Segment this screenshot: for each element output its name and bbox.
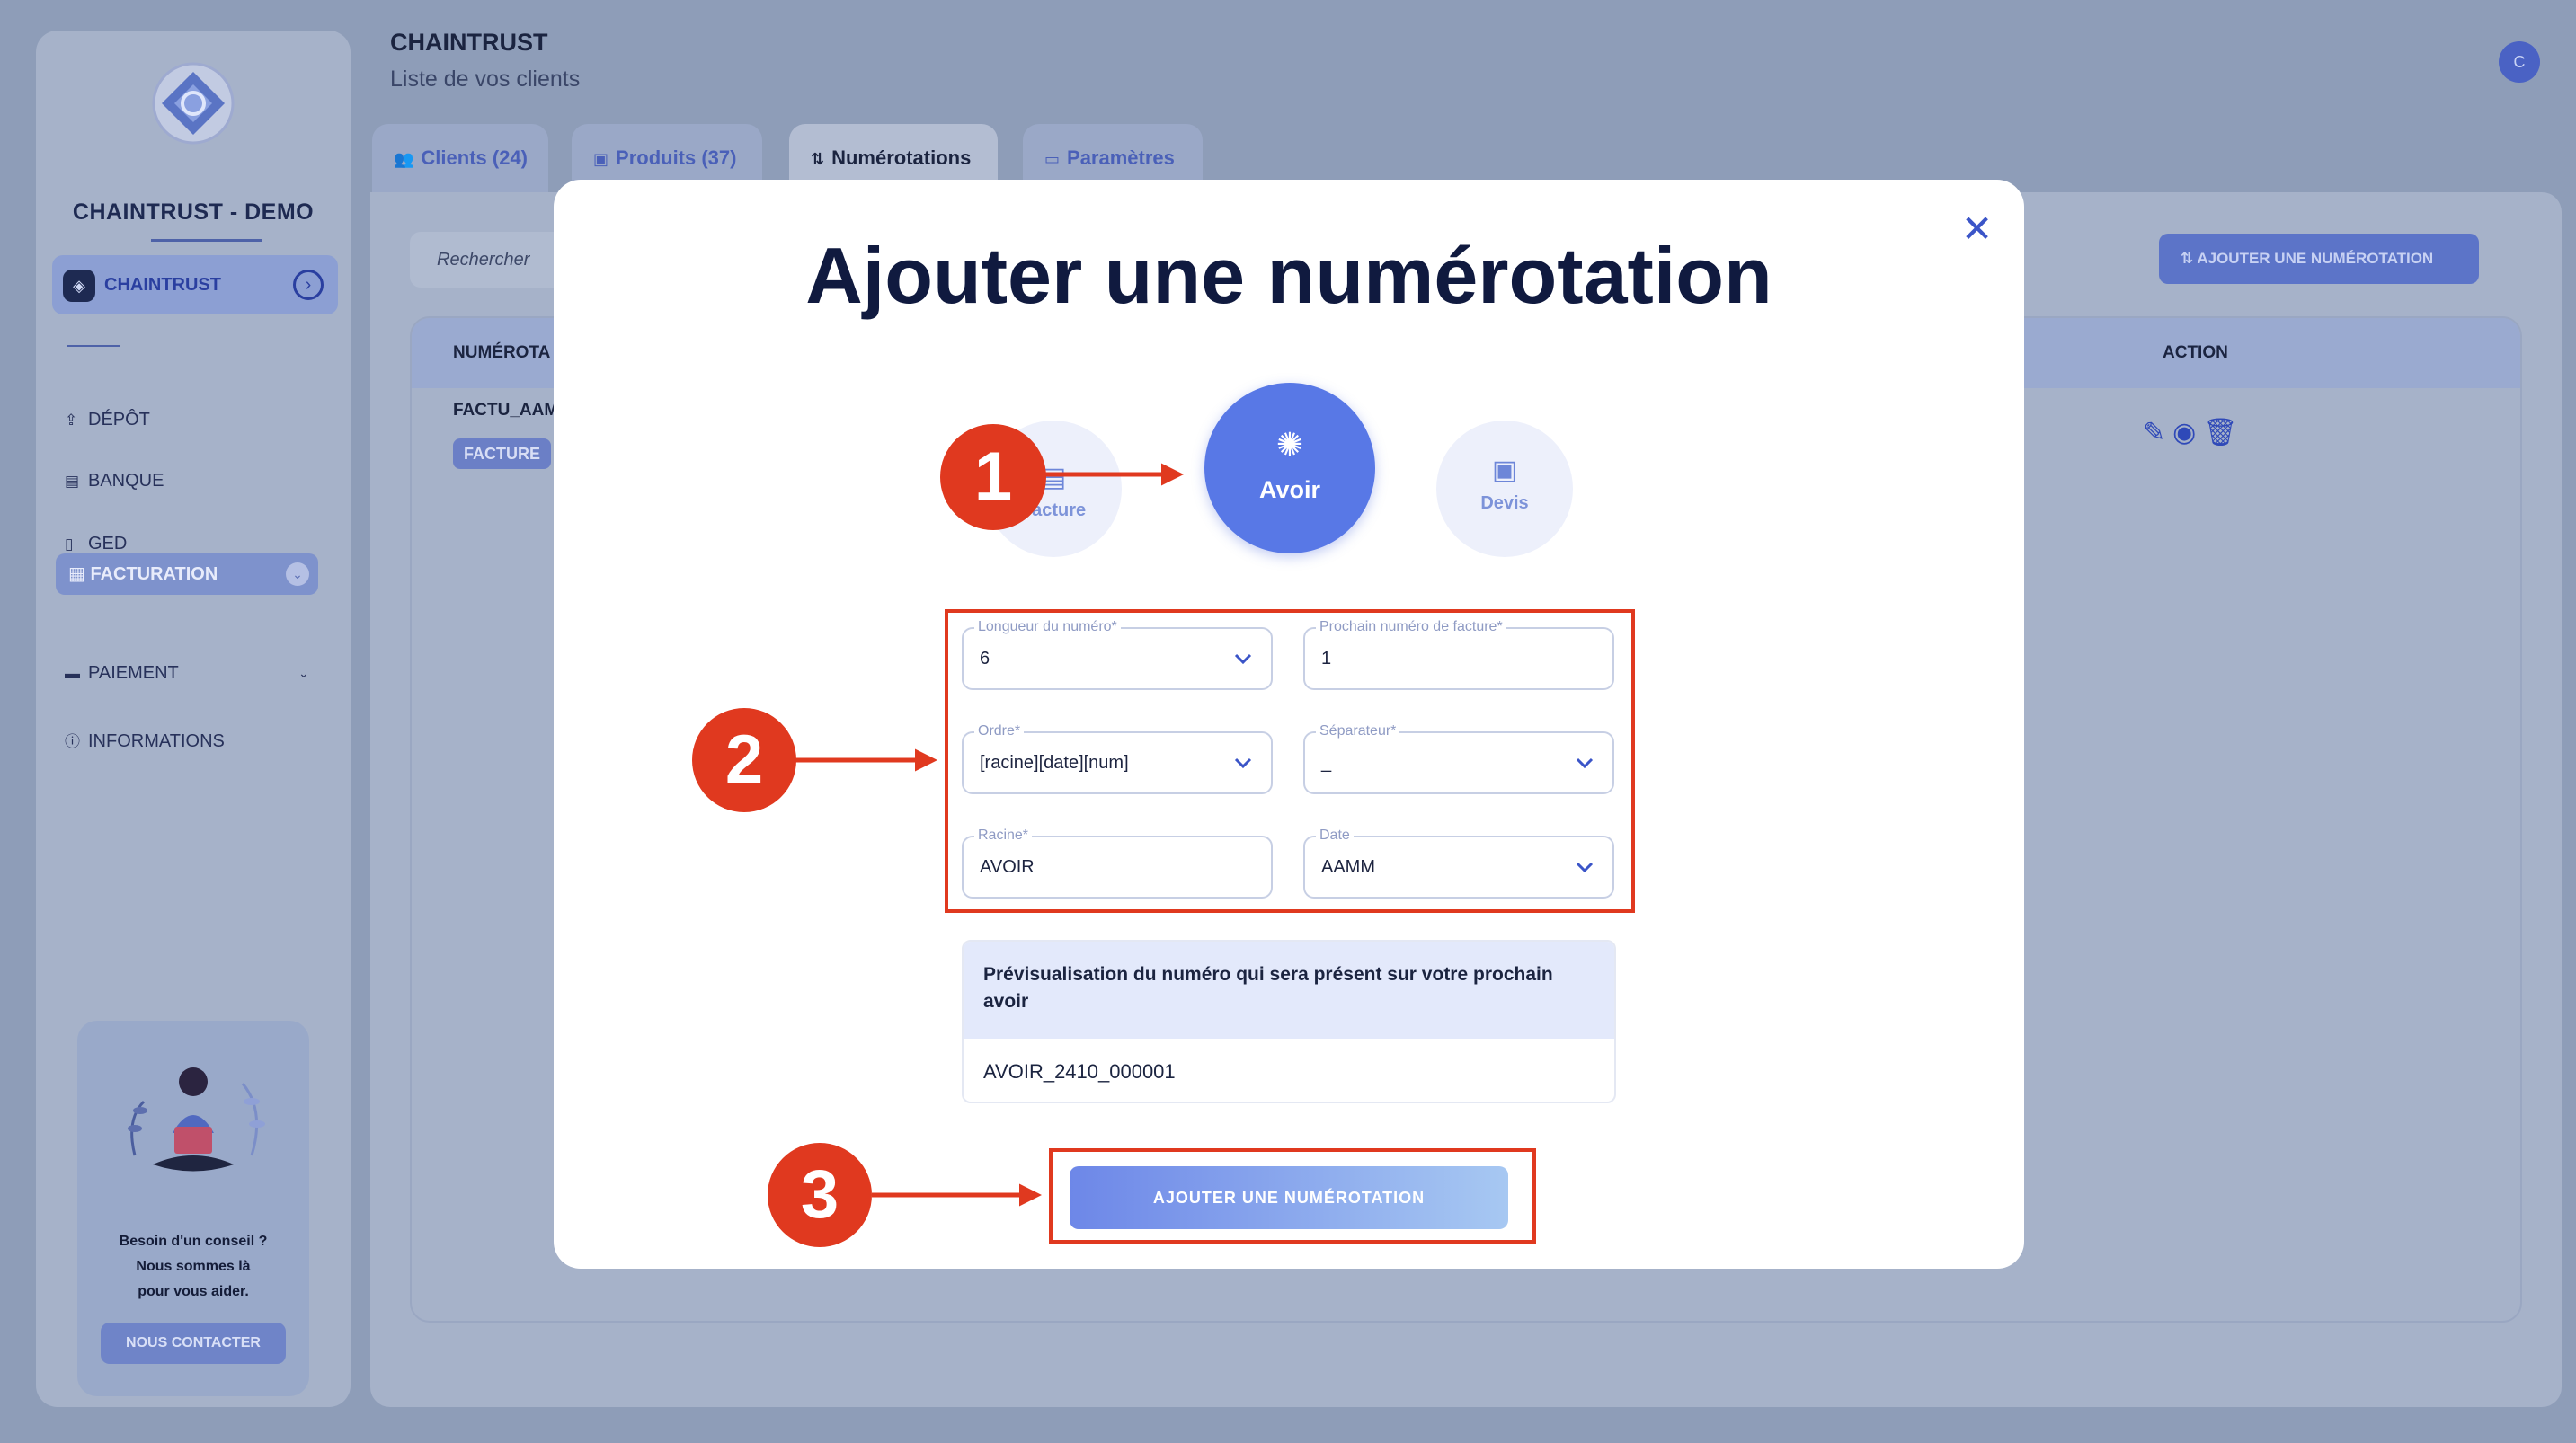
- help-line-3: pour vous aider.: [138, 1284, 249, 1299]
- card-icon: ▬: [65, 665, 80, 682]
- sliders-icon: ⇅: [2181, 250, 2198, 267]
- column-header-numerotation: NUMÉROTA: [453, 343, 551, 362]
- help-text: Besoin d'un conseil ? Nous sommes là pou…: [77, 1229, 309, 1305]
- type-label: Devis: [1480, 493, 1529, 513]
- users-icon: 👥: [394, 150, 414, 168]
- clipboard-icon: ▣: [1491, 456, 1518, 485]
- invoice-icon: ▦: [68, 564, 91, 584]
- help-card: Besoin d'un conseil ? Nous sommes là pou…: [77, 1021, 309, 1396]
- bank-icon: ▤: [65, 473, 80, 490]
- help-line-2: Nous sommes là: [136, 1259, 251, 1274]
- chevron-right-icon[interactable]: ›: [293, 270, 324, 300]
- sidebar-item-depot[interactable]: ⇪ DÉPÔT: [65, 399, 150, 440]
- chevron-down-icon[interactable]: ⌄: [286, 562, 309, 586]
- step-3-marker: 3: [768, 1143, 872, 1247]
- sidebar-divider: [67, 345, 120, 347]
- sort-icon: ⇅: [811, 150, 825, 168]
- sidebar-item-label: ▦ FACTURATION: [68, 553, 218, 595]
- type-label: Avoir: [1258, 476, 1320, 503]
- tab-label: Produits (37): [616, 146, 737, 169]
- box-icon: ▣: [593, 150, 609, 168]
- chaintrust-small-logo-icon: ◈: [63, 270, 95, 302]
- edit-icon[interactable]: ✎: [2143, 418, 2172, 447]
- sidebar-item-paiement[interactable]: ▬ PAIEMENT ⌄: [65, 652, 334, 694]
- type-option-devis[interactable]: ▣ Devis: [1436, 421, 1573, 557]
- info-icon: ⓘ: [65, 733, 80, 750]
- contact-button[interactable]: NOUS CONTACTER: [101, 1323, 286, 1364]
- numero-preview: Prévisualisation du numéro qui sera prés…: [962, 940, 1616, 1103]
- sidebar-item-label: GED: [88, 534, 128, 553]
- tab-label: Numérotations: [831, 146, 972, 169]
- org-underline: [151, 239, 262, 242]
- type-option-avoir[interactable]: ✺ Avoir: [1204, 383, 1375, 553]
- modal-title: Ajouter une numérotation: [805, 231, 1772, 320]
- row-actions: ✎◉🗑: [2143, 417, 2244, 448]
- sidebar-item-informations[interactable]: ⓘ INFORMATIONS: [65, 721, 225, 762]
- chevron-down-icon[interactable]: ⌄: [298, 652, 309, 694]
- trash-icon[interactable]: 🗑: [2203, 418, 2244, 447]
- preview-value: AVOIR_2410_000001: [983, 1060, 1176, 1083]
- add-numerotation-button[interactable]: ⇅ AJOUTER UNE NUMÉROTATION: [2159, 234, 2479, 284]
- tab-clients[interactable]: 👥 Clients (24): [372, 124, 548, 192]
- account-switcher[interactable]: ◈ CHAINTRUST ›: [52, 255, 338, 314]
- eye-icon[interactable]: ◉: [2172, 418, 2203, 447]
- page-subtitle: Liste de vos clients: [390, 66, 581, 92]
- chaintrust-logo: [152, 62, 235, 145]
- org-name: CHAINTRUST - DEMO: [72, 199, 315, 225]
- column-header-action: ACTION: [2163, 343, 2228, 362]
- settings-icon: ▭: [1044, 150, 1061, 168]
- sidebar-item-label-text: FACTURATION: [90, 564, 218, 584]
- avatar[interactable]: C: [2499, 41, 2540, 83]
- sidebar: CHAINTRUST - DEMO ◈ CHAINTRUST › ⇪ DÉPÔT …: [36, 31, 351, 1407]
- annotation-frame-submit: [1049, 1148, 1536, 1244]
- upload-icon: ⇪: [65, 412, 78, 429]
- account-label: CHAINTRUST: [104, 275, 221, 295]
- tab-label: Paramètres: [1067, 146, 1175, 169]
- add-numerotation-label: AJOUTER UNE NUMÉROTATION: [2197, 250, 2434, 267]
- sidebar-item-facturation[interactable]: ▦ FACTURATION ⌄: [56, 553, 318, 595]
- sidebar-item-banque[interactable]: ▤ BANQUE: [65, 460, 164, 501]
- type-badge: FACTURE: [453, 438, 551, 469]
- page-title: CHAINTRUST: [390, 29, 548, 56]
- person-with-laptop-illustration: [128, 1067, 265, 1172]
- sidebar-item-label: BANQUE: [88, 471, 164, 491]
- help-line-1: Besoin d'un conseil ?: [119, 1234, 268, 1249]
- annotation-frame-fields: [945, 609, 1635, 913]
- discount-badge-icon: ✺: [1275, 426, 1304, 463]
- tab-label: Clients (24): [421, 146, 529, 169]
- sidebar-item-label: PAIEMENT: [88, 663, 179, 683]
- sidebar-item-label: INFORMATIONS: [88, 731, 225, 751]
- preview-heading: Prévisualisation du numéro qui sera prés…: [964, 942, 1614, 1039]
- step-2-marker: 2: [692, 708, 796, 812]
- table-row-name: FACTU_AAM: [453, 401, 559, 420]
- sidebar-item-label: DÉPÔT: [88, 410, 150, 429]
- step-1-marker: 1: [940, 424, 1046, 530]
